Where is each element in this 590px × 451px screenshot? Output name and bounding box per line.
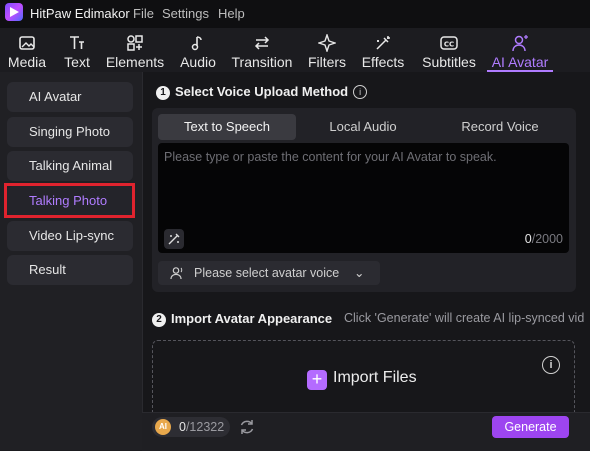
- tool-text-label: Text: [64, 54, 90, 70]
- generate-hint: Click 'Generate' will create AI lip-sync…: [344, 311, 585, 325]
- voice-person-icon: [170, 267, 183, 280]
- char-count-max: /2000: [531, 232, 563, 246]
- effects-icon: [359, 34, 407, 54]
- tab-text-to-speech[interactable]: Text to Speech: [158, 114, 296, 140]
- import-files-button[interactable]: + Import Files: [307, 369, 417, 390]
- voice-method-tabs: Text to Speech Local Audio Record Voice: [157, 114, 569, 140]
- tab-local-audio[interactable]: Local Audio: [294, 114, 432, 140]
- tool-ai-avatar-label: AI Avatar: [491, 54, 549, 70]
- menu-file[interactable]: File: [133, 6, 154, 21]
- credit-count: 0/12322: [179, 420, 224, 434]
- step1-title: Select Voice Upload Method: [175, 84, 349, 99]
- speech-text-input[interactable]: Please type or paste the content for you…: [158, 143, 569, 253]
- tab-record-voice[interactable]: Record Voice: [431, 114, 569, 140]
- step1-heading: 1 Select Voice Upload Method i: [156, 84, 368, 100]
- sidebar-item-video-lip-sync[interactable]: Video Lip-sync: [7, 221, 133, 251]
- title-bar: HitPaw Edimakor File Settings Help: [0, 0, 590, 28]
- menu-help[interactable]: Help: [218, 6, 245, 21]
- avatar-voice-select[interactable]: Please select avatar voice ⌄: [158, 261, 380, 285]
- media-icon: [4, 34, 50, 54]
- credits-total: /12322: [185, 420, 225, 434]
- tool-effects-label: Effects: [361, 54, 405, 70]
- magic-wand-button[interactable]: [164, 229, 184, 249]
- tool-ai-avatar[interactable]: AI Avatar: [489, 28, 551, 72]
- credit-badge: AI 0/12322: [152, 417, 230, 437]
- tool-filters-label: Filters: [307, 54, 347, 70]
- sidebar-item-singing-photo[interactable]: Singing Photo: [7, 117, 133, 147]
- credits-used: 0: [179, 420, 186, 434]
- step1-number: 1: [156, 86, 170, 100]
- svg-text:CC: CC: [444, 41, 454, 49]
- magic-wand-icon: [168, 233, 180, 245]
- subtitles-icon: CC: [420, 34, 478, 54]
- sidebar-item-result[interactable]: Result: [7, 255, 133, 285]
- speech-text-placeholder: Please type or paste the content for you…: [164, 150, 497, 164]
- info-icon[interactable]: i: [353, 85, 368, 99]
- app-logo-icon: [5, 3, 23, 21]
- tool-subtitles-label: Subtitles: [422, 54, 476, 70]
- chevron-down-icon: ⌄: [354, 266, 365, 280]
- step2-heading: 2 Import Avatar Appearance: [152, 311, 332, 327]
- coin-icon: AI: [155, 419, 171, 435]
- tool-transition[interactable]: Transition: [230, 28, 294, 72]
- filters-icon: [306, 32, 348, 54]
- tool-elements-label: Elements: [105, 54, 165, 70]
- sidebar-item-talking-animal[interactable]: Talking Animal: [7, 151, 133, 181]
- ai-avatar-icon: [489, 34, 551, 54]
- app-title: HitPaw Edimakor: [30, 6, 130, 21]
- import-files-label: Import Files: [333, 369, 417, 386]
- char-count-current: 0: [524, 232, 532, 246]
- char-counter: 0/2000: [525, 232, 563, 246]
- tool-media[interactable]: Media: [4, 28, 50, 72]
- step2-title: Import Avatar Appearance: [171, 311, 333, 326]
- audio-icon: [176, 34, 220, 54]
- plus-icon: +: [307, 370, 327, 390]
- tool-transition-label: Transition: [231, 54, 293, 70]
- tool-elements[interactable]: Elements: [105, 28, 165, 72]
- step2-number: 2: [152, 313, 166, 327]
- text-icon: [60, 34, 94, 54]
- sidebar-item-ai-avatar[interactable]: AI Avatar: [7, 82, 133, 112]
- transition-icon: [230, 34, 294, 54]
- main-toolbar: Media Text Elements Audio Transition Fil…: [0, 28, 590, 72]
- dropzone-info-icon[interactable]: i: [542, 356, 560, 374]
- generate-button[interactable]: Generate: [492, 416, 569, 438]
- tool-effects[interactable]: Effects: [359, 28, 407, 72]
- menu-settings[interactable]: Settings: [162, 6, 209, 21]
- tool-text[interactable]: Text: [60, 28, 94, 72]
- tool-subtitles[interactable]: CC Subtitles: [420, 28, 478, 72]
- tool-filters[interactable]: Filters: [306, 28, 348, 72]
- tool-audio-label: Audio: [180, 54, 216, 70]
- avatar-voice-select-label: Please select avatar voice: [194, 266, 340, 280]
- selection-highlight-box: [4, 183, 135, 218]
- refresh-icon[interactable]: [238, 418, 256, 436]
- tool-audio[interactable]: Audio: [176, 28, 220, 72]
- elements-icon: [105, 34, 165, 54]
- tool-media-label: Media: [7, 54, 47, 70]
